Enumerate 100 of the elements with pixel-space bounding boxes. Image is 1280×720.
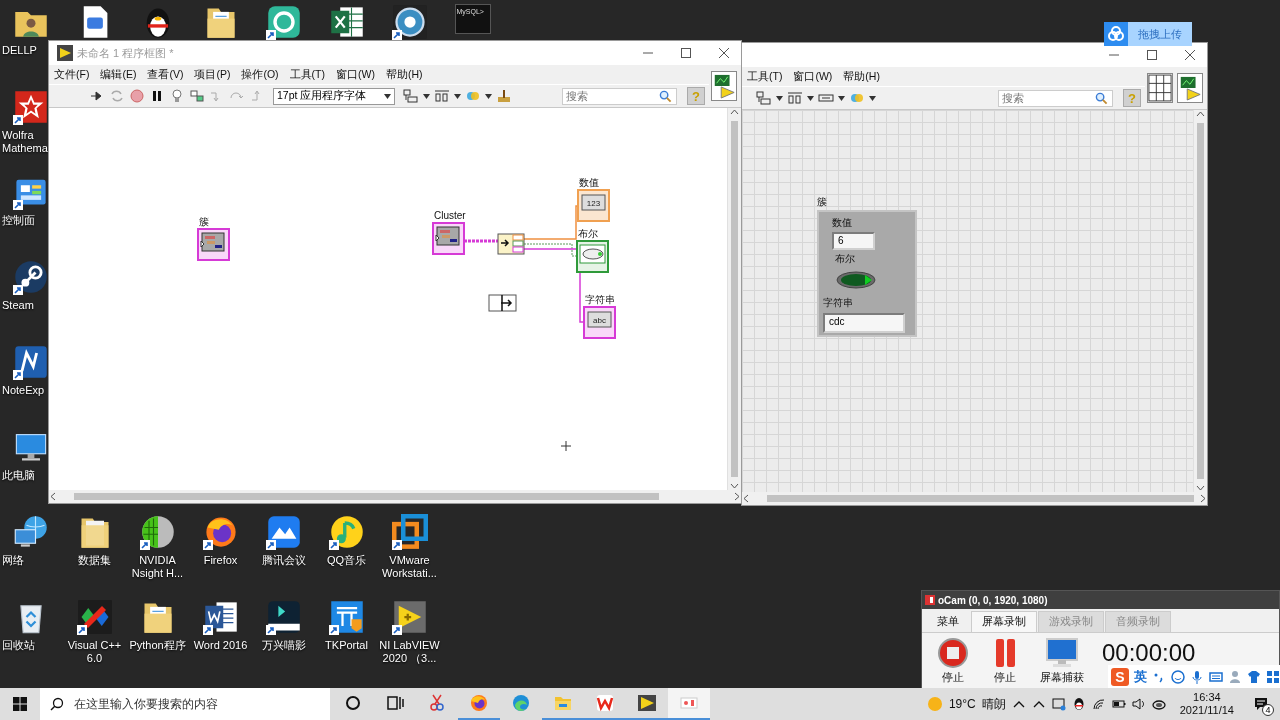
capture-button[interactable]: 屏幕捕获 [1040, 637, 1084, 685]
record-button[interactable]: 停止 [936, 637, 970, 685]
icon-label: QQ音乐 [326, 554, 367, 567]
search-field[interactable]: 搜索 [562, 87, 677, 105]
menu-item[interactable]: 窗口(W) [336, 67, 375, 82]
spreadsheet-icon[interactable] [328, 4, 365, 40]
vertical-scrollbar[interactable] [1193, 110, 1207, 492]
scroll-down-icon[interactable] [730, 481, 739, 490]
tab[interactable]: 屏幕录制 [971, 611, 1037, 632]
align-icon[interactable] [403, 88, 419, 104]
circle-logo-icon[interactable] [13, 259, 49, 295]
connector-pane-icon[interactable] [1147, 73, 1173, 103]
menu-item[interactable]: 操作(O) [241, 67, 279, 82]
scroll-right-icon[interactable] [1198, 494, 1207, 503]
menu-item[interactable]: 工具(T) [289, 67, 325, 82]
clock-date[interactable]: 2021/11/14 [1179, 704, 1234, 717]
scroll-left-icon[interactable] [49, 492, 58, 501]
squares-icon[interactable] [391, 514, 428, 550]
search-field[interactable]: 搜索 [998, 89, 1113, 107]
scroll-up-icon[interactable] [730, 108, 739, 117]
menu-item[interactable]: 窗口(W) [793, 69, 833, 84]
icon-label: 万兴喵影 [261, 639, 306, 652]
scroll-up-icon[interactable] [1196, 110, 1205, 119]
probe-icon[interactable] [189, 88, 205, 104]
menu-item[interactable]: 帮助(H) [385, 67, 423, 82]
temperature[interactable]: 19°C [948, 697, 976, 711]
search-icon[interactable] [659, 89, 672, 103]
speaker-icon[interactable] [1131, 697, 1146, 711]
menu-item[interactable]: 帮助(H) [843, 69, 880, 84]
maximize-icon[interactable] [679, 46, 693, 60]
search-icon[interactable] [1095, 91, 1108, 105]
menu-item[interactable]: 编辑(E) [100, 67, 137, 82]
music-note-icon[interactable] [328, 514, 365, 550]
wire [464, 239, 498, 243]
wifi-icon[interactable] [1091, 697, 1106, 711]
icon-label: NoteExp [1, 384, 45, 397]
numeric-field[interactable]: 6 [832, 232, 875, 250]
distribute-icon[interactable] [434, 88, 450, 104]
vi-icon[interactable] [711, 71, 737, 101]
close-icon[interactable] [717, 46, 731, 60]
shirt-icon[interactable] [1247, 669, 1261, 684]
document-icon[interactable] [202, 599, 239, 635]
caret-icon[interactable] [485, 93, 492, 99]
toggle-button[interactable] [835, 270, 877, 290]
horizontal-scrollbar[interactable] [742, 492, 1207, 505]
horizontal-scrollbar[interactable] [49, 490, 741, 503]
menu-item[interactable]: 查看(V) [147, 67, 184, 82]
vertical-scrollbar[interactable] [727, 108, 741, 490]
grid-icon[interactable] [1266, 669, 1280, 684]
icon-label: Python程序 [129, 639, 186, 652]
app-icon[interactable] [13, 344, 49, 380]
caret-icon[interactable] [776, 95, 783, 101]
microphone-icon[interactable] [1190, 669, 1204, 684]
caret-icon[interactable] [869, 95, 876, 101]
icon-label: Steam [1, 299, 34, 312]
weather-condition[interactable]: 晴朗 [981, 695, 1006, 713]
caret-icon[interactable] [838, 95, 845, 101]
bulb-icon[interactable] [169, 88, 185, 104]
menu-item[interactable]: 项目(P) [194, 67, 231, 82]
sphere-icon[interactable] [139, 514, 176, 550]
search-input[interactable]: 搜索 [999, 92, 1095, 104]
shortcut-arrow-icon [265, 540, 276, 550]
caret-icon[interactable] [454, 93, 461, 99]
control-label: 数值 [832, 216, 852, 230]
align-icon[interactable] [756, 90, 772, 106]
caret-icon[interactable] [807, 95, 814, 101]
cleanup-icon[interactable] [496, 88, 512, 104]
screen-icon[interactable] [1051, 697, 1066, 711]
clock-time[interactable]: 16:34 [1193, 691, 1221, 704]
font-dropdown[interactable]: 17pt 应用程序字体 [273, 87, 395, 105]
search-input[interactable]: 搜索 [563, 90, 659, 102]
caret-icon[interactable] [423, 93, 430, 99]
ime-mode[interactable]: 英 [1134, 667, 1147, 686]
scroll-right-icon[interactable] [732, 492, 741, 501]
distribute-icon[interactable] [787, 90, 803, 106]
keyboard-icon[interactable] [1209, 669, 1223, 684]
network-icon[interactable] [13, 514, 49, 550]
shortcut-arrow-icon [76, 625, 87, 635]
menu-item[interactable]: 文件(F) [54, 67, 90, 82]
scroll-down-icon[interactable] [1196, 483, 1205, 492]
close-icon[interactable] [1183, 48, 1197, 62]
taskbar-search-field[interactable]: 在这里输入你要搜索的内容 [40, 688, 330, 720]
pause-button[interactable]: 停止 [988, 637, 1022, 685]
vi-icon[interactable] [1177, 73, 1203, 103]
battery-icon[interactable] [1111, 697, 1126, 711]
menu-item[interactable]: 工具(T) [747, 69, 783, 84]
scroll-left-icon[interactable] [742, 494, 751, 503]
search-input[interactable]: 在这里输入你要搜索的内容 [72, 696, 326, 712]
app-icon[interactable] [265, 599, 302, 635]
terminal-label: 字符串 [585, 294, 615, 305]
icon-label: Word 2016 [193, 639, 248, 652]
meeting-icon[interactable] [265, 514, 302, 550]
string-field[interactable]: cdc [823, 313, 905, 333]
circle-icon [343, 693, 363, 713]
app-icon[interactable] [265, 4, 302, 40]
app-icon[interactable] [328, 599, 365, 635]
maximize-icon[interactable] [1145, 48, 1159, 62]
circle-logo-icon[interactable] [391, 4, 428, 40]
app-icon[interactable] [76, 599, 113, 635]
smiley-icon[interactable] [1171, 669, 1185, 684]
